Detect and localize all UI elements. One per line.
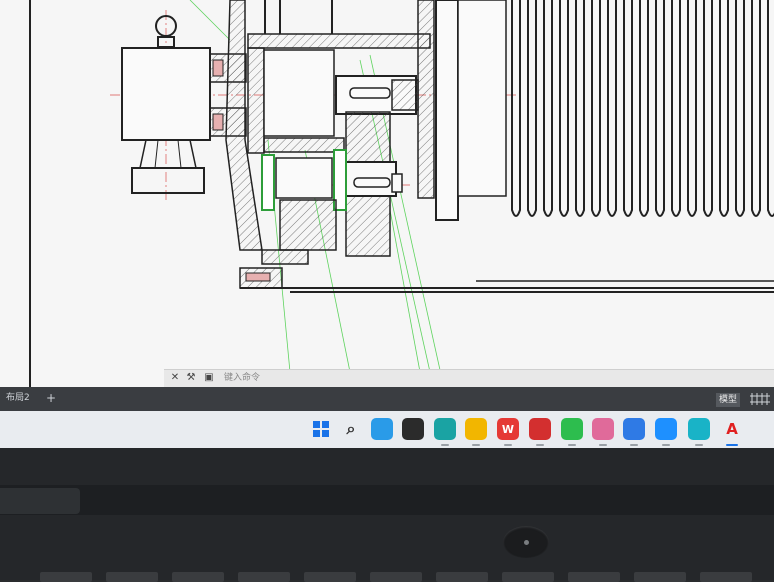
keyboard-key[interactable] — [304, 572, 356, 582]
laptop-screen: ✕ ⚒ ▣ 键入命令 布局2 + 模型 ⌕ W A — [0, 0, 774, 448]
running-indicator — [536, 444, 544, 446]
app-blue-icon[interactable] — [655, 418, 677, 440]
winch-drum-grooves — [512, 0, 774, 216]
wps-office-icon[interactable]: W — [497, 418, 519, 440]
command-input[interactable]: 键入命令 — [224, 371, 260, 385]
keyboard-key[interactable] — [106, 572, 158, 582]
keyboard-key[interactable] — [40, 572, 92, 582]
keyboard-key[interactable] — [700, 572, 752, 582]
close-icon[interactable]: ✕ — [168, 371, 182, 385]
laptop-hinge — [0, 485, 774, 515]
running-indicator — [662, 444, 670, 446]
keyboard-key[interactable] — [238, 572, 290, 582]
copilot-icon[interactable] — [371, 418, 393, 440]
app-teal-icon[interactable] — [688, 418, 710, 440]
running-indicator — [568, 444, 576, 446]
keyboard-key[interactable] — [436, 572, 488, 582]
edge-browser-icon[interactable] — [434, 418, 456, 440]
mechanical-drawing — [29, 0, 774, 390]
running-indicator — [630, 444, 638, 446]
running-indicator — [726, 444, 738, 446]
wrench-icon[interactable]: ⚒ — [184, 371, 198, 385]
add-layout-button[interactable]: + — [46, 390, 56, 406]
running-indicator — [599, 444, 607, 446]
running-indicator — [504, 444, 512, 446]
layout-tab-bar: 布局2 + 模型 — [0, 387, 774, 411]
cad-drawing-canvas[interactable] — [0, 0, 774, 390]
app-y-icon[interactable] — [402, 418, 424, 440]
autocad-icon[interactable]: A — [721, 418, 743, 440]
keyboard-key[interactable] — [172, 572, 224, 582]
qq-icon[interactable] — [623, 418, 645, 440]
tab-layout2[interactable]: 布局2 — [6, 390, 30, 406]
search-icon[interactable]: ⌕ — [340, 418, 362, 440]
grid-icon[interactable] — [750, 393, 770, 405]
hinge-cover — [0, 488, 80, 514]
power-button[interactable] — [503, 526, 549, 558]
keyboard-key[interactable] — [370, 572, 422, 582]
running-indicator — [695, 444, 703, 446]
running-indicator — [472, 444, 480, 446]
file-explorer-icon[interactable] — [465, 418, 487, 440]
keyboard-key[interactable] — [634, 572, 686, 582]
model-space-button[interactable]: 模型 — [716, 393, 741, 407]
keyboard-key[interactable] — [568, 572, 620, 582]
app-red-icon[interactable] — [529, 418, 551, 440]
command-line[interactable]: ✕ ⚒ ▣ 键入命令 — [164, 369, 774, 387]
recent-commands-icon[interactable]: ▣ — [202, 371, 216, 385]
windows-start-icon[interactable] — [310, 418, 332, 440]
wechat-icon[interactable] — [561, 418, 583, 440]
drum-groove-path — [512, 0, 774, 216]
windows-taskbar: ⌕ W A — [0, 411, 774, 448]
keyboard-key[interactable] — [502, 572, 554, 582]
running-indicator — [441, 444, 449, 446]
avatar-app-icon[interactable] — [592, 418, 614, 440]
